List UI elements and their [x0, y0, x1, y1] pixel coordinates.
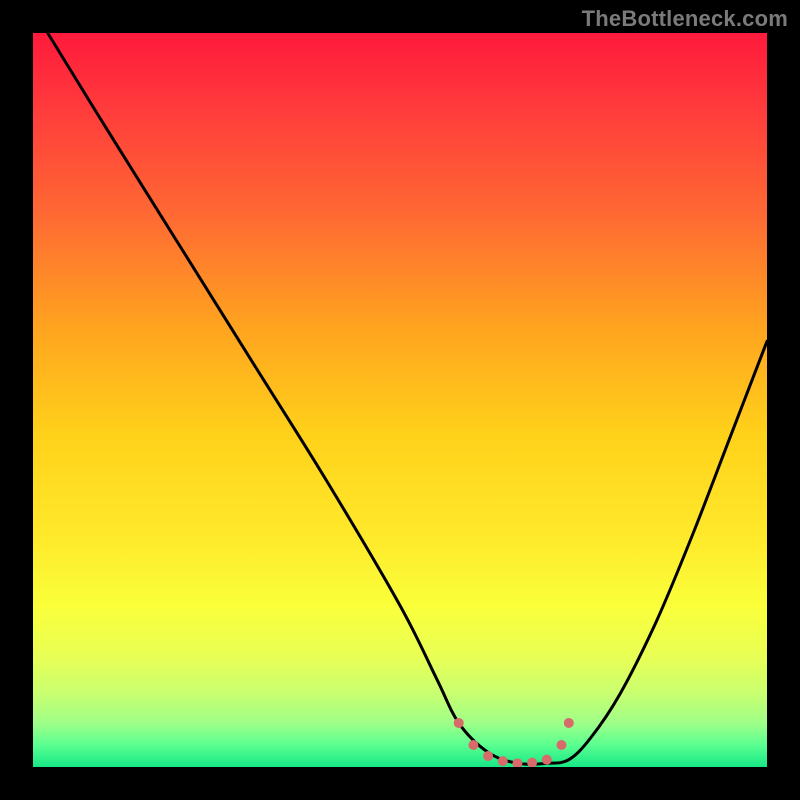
highlight-dot	[527, 758, 537, 767]
chart-plot-area	[33, 33, 767, 767]
highlight-dot	[564, 718, 574, 728]
highlight-dot	[468, 740, 478, 750]
highlight-dot	[556, 740, 566, 750]
highlight-dot	[512, 758, 522, 767]
highlight-dot	[454, 718, 464, 728]
highlight-dot	[483, 751, 493, 761]
bottleneck-curve	[48, 33, 767, 764]
highlight-dot	[498, 756, 508, 766]
chart-svg	[33, 33, 767, 767]
highlight-dot	[542, 755, 552, 765]
chart-frame: TheBottleneck.com	[0, 0, 800, 800]
watermark-text: TheBottleneck.com	[582, 6, 788, 32]
flat-highlight-dots	[454, 718, 574, 767]
